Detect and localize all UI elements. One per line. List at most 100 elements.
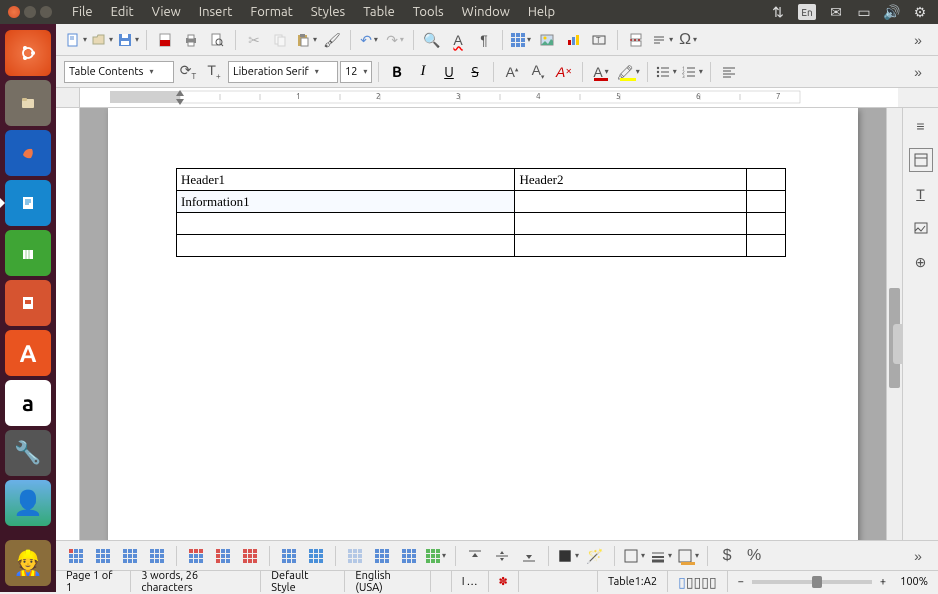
table-cell[interactable]: Header2: [515, 169, 746, 191]
zoom-in-icon[interactable]: +: [880, 576, 886, 588]
open-button[interactable]: [90, 28, 114, 52]
align-left-button[interactable]: [717, 60, 741, 84]
copy-button[interactable]: [268, 28, 292, 52]
delete-row-button[interactable]: [184, 544, 208, 568]
print-preview-button[interactable]: [205, 28, 229, 52]
export-pdf-button[interactable]: [153, 28, 177, 52]
table-cell[interactable]: [177, 213, 515, 235]
menu-insert[interactable]: Insert: [191, 2, 241, 22]
paragraph-style-combo[interactable]: Table Contents: [64, 61, 174, 83]
menu-view[interactable]: View: [144, 2, 189, 22]
font-name-combo[interactable]: Liberation Serif: [228, 61, 338, 83]
insert-col-right-button[interactable]: [145, 544, 169, 568]
battery-indicator-icon[interactable]: ▭: [856, 4, 872, 20]
table-cell[interactable]: [746, 191, 785, 213]
optimize-button[interactable]: [397, 544, 421, 568]
zoom-slider[interactable]: [752, 580, 872, 584]
sidebar-settings-button[interactable]: ≡: [909, 114, 933, 138]
border-color-button[interactable]: [676, 544, 700, 568]
launcher-impress[interactable]: [5, 280, 51, 326]
align-top-button[interactable]: [463, 544, 487, 568]
table-cell[interactable]: [515, 191, 746, 213]
table-cell[interactable]: [515, 213, 746, 235]
align-bottom-button[interactable]: [517, 544, 541, 568]
menu-tools[interactable]: Tools: [405, 2, 452, 22]
table-cell-active[interactable]: Information1: [177, 191, 515, 213]
subscript-button[interactable]: A▾: [526, 60, 550, 84]
autoformat-button[interactable]: [424, 544, 448, 568]
insert-page-break-button[interactable]: [624, 28, 648, 52]
table-cell[interactable]: [177, 235, 515, 257]
window-maximize-button[interactable]: [40, 6, 52, 18]
menu-format[interactable]: Format: [242, 2, 300, 22]
menu-file[interactable]: File: [64, 2, 101, 22]
status-insert-mode[interactable]: [431, 571, 452, 592]
insert-row-below-button[interactable]: [91, 544, 115, 568]
insert-row-above-button[interactable]: [64, 544, 88, 568]
sidebar-gallery-button[interactable]: [909, 216, 933, 240]
launcher-software-center[interactable]: A: [5, 330, 51, 376]
borders-button[interactable]: [622, 544, 646, 568]
sidebar-styles-button[interactable]: T: [909, 182, 933, 206]
delete-col-button[interactable]: [211, 544, 235, 568]
table-cell[interactable]: [746, 169, 785, 191]
menu-window[interactable]: Window: [454, 2, 518, 22]
print-button[interactable]: [179, 28, 203, 52]
sound-indicator-icon[interactable]: 🔊: [884, 4, 900, 20]
bold-button[interactable]: B: [385, 60, 409, 84]
font-color-button[interactable]: A: [589, 60, 613, 84]
launcher-app-other[interactable]: 👤: [5, 480, 51, 526]
formatting-marks-button[interactable]: ¶: [472, 28, 496, 52]
autoformat-table-button[interactable]: 🪄: [583, 544, 607, 568]
table-cell[interactable]: [515, 235, 746, 257]
paste-button[interactable]: [294, 28, 318, 52]
document-canvas[interactable]: Header1 Header2 Information1: [80, 108, 886, 540]
new-style-button[interactable]: T+: [202, 60, 226, 84]
status-language[interactable]: English (USA): [345, 571, 430, 592]
menu-help[interactable]: Help: [520, 2, 563, 22]
table-cell[interactable]: [746, 213, 785, 235]
insert-special-char-button[interactable]: Ω: [676, 28, 700, 52]
launcher-amazon[interactable]: a: [5, 380, 51, 426]
sidebar-properties-button[interactable]: [909, 148, 933, 172]
update-style-button[interactable]: ⟳T: [176, 60, 200, 84]
strikethrough-button[interactable]: S: [463, 60, 487, 84]
undo-button[interactable]: ↶: [357, 28, 381, 52]
insert-chart-button[interactable]: [561, 28, 585, 52]
document-page[interactable]: Header1 Header2 Information1: [108, 108, 858, 540]
window-minimize-button[interactable]: [24, 6, 36, 18]
launcher-calc[interactable]: [5, 230, 51, 276]
window-close-button[interactable]: [8, 6, 20, 18]
table-toolbar-overflow[interactable]: »: [906, 544, 930, 568]
clear-formatting-button[interactable]: A✕: [552, 60, 576, 84]
formatting-overflow-button[interactable]: »: [906, 60, 930, 84]
launcher-firefox[interactable]: [5, 130, 51, 176]
insert-table-button[interactable]: [509, 28, 533, 52]
number-format-percent-button[interactable]: %: [742, 544, 766, 568]
launcher-writer[interactable]: [5, 180, 51, 226]
menu-edit[interactable]: Edit: [103, 2, 142, 22]
network-indicator-icon[interactable]: ⇅: [770, 4, 786, 20]
launcher-trash[interactable]: 👷: [5, 540, 51, 586]
toolbar-overflow-button[interactable]: »: [906, 28, 930, 52]
underline-button[interactable]: U: [437, 60, 461, 84]
clone-formatting-button[interactable]: 🖌: [320, 28, 344, 52]
align-center-v-button[interactable]: [490, 544, 514, 568]
insert-image-button[interactable]: [535, 28, 559, 52]
italic-button[interactable]: I: [411, 60, 435, 84]
status-signature[interactable]: [519, 571, 598, 592]
new-document-button[interactable]: [64, 28, 88, 52]
cell-bg-color-button[interactable]: [556, 544, 580, 568]
highlight-color-button[interactable]: 🖍: [615, 60, 641, 84]
find-button[interactable]: 🔍: [420, 28, 444, 52]
horizontal-ruler[interactable]: 1 2 3 4 5 6 7: [80, 88, 898, 107]
status-page-style[interactable]: Default Style: [261, 571, 345, 592]
sidebar-collapse-handle[interactable]: [893, 324, 903, 364]
menu-styles[interactable]: Styles: [303, 2, 353, 22]
insert-field-button[interactable]: [650, 28, 674, 52]
table-cell[interactable]: Header1: [177, 169, 515, 191]
insert-col-left-button[interactable]: [118, 544, 142, 568]
zoom-slider-thumb[interactable]: [812, 576, 822, 588]
bullet-list-button[interactable]: [654, 60, 678, 84]
zoom-out-icon[interactable]: −: [738, 576, 744, 588]
